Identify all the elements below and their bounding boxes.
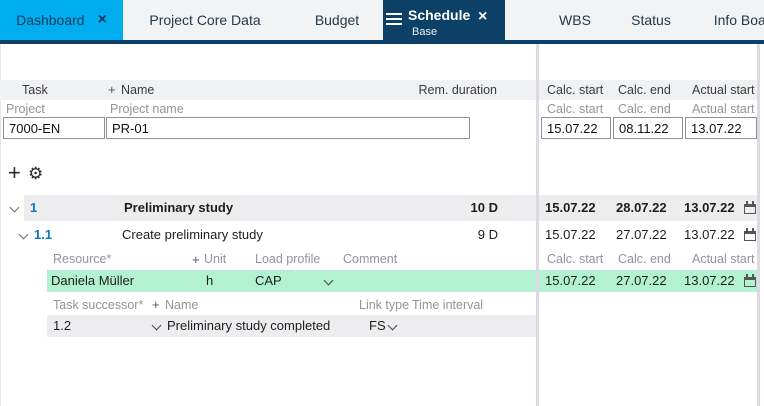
task-calc-end[interactable]: 28.07.22 (616, 195, 667, 221)
add-column-icon[interactable]: + (108, 80, 116, 100)
col-header-rem-duration: Rem. duration (418, 80, 497, 100)
resource-name[interactable]: Daniela Müller (51, 270, 134, 292)
resource-actual-start[interactable]: 13.07.22 (684, 270, 735, 292)
collapse-task-1-icon[interactable] (10, 203, 20, 213)
task-calc-start[interactable]: 15.07.22 (545, 195, 596, 221)
resource-header-row-right: Calc. start Calc. end Actual start (539, 250, 757, 269)
tab-schedule-sublabel: Base (412, 26, 437, 38)
right-pane-border (757, 44, 760, 406)
calendar-icon[interactable] (744, 231, 756, 241)
task-calc-start[interactable]: 15.07.22 (545, 223, 596, 247)
task-row-1-1[interactable]: 1.1 Create preliminary study 9 D (24, 223, 536, 247)
col-header-unit: Unit (204, 250, 226, 269)
col-header-task-successor: Task successor* (53, 296, 143, 314)
tab-project-core-data-label: Project Core Data (149, 12, 260, 28)
tab-schedule-label: Schedule (408, 7, 470, 23)
project-id-field[interactable] (3, 117, 105, 139)
tab-dashboard-label: Dashboard (16, 12, 85, 28)
col-header-successor-name: Name (165, 296, 198, 314)
chevron-down-icon[interactable] (388, 321, 398, 331)
hamburger-menu-icon[interactable] (386, 13, 402, 25)
add-resource-column-icon[interactable]: + (192, 250, 200, 269)
task-calc-end[interactable]: 27.07.22 (616, 223, 667, 247)
task-number[interactable]: 1.1 (34, 223, 52, 247)
col-header-link-type: Link type (359, 296, 409, 314)
col-header-task: Task (22, 80, 48, 100)
col-header-actual-start: Actual start (692, 80, 755, 100)
calc-start-label: Calc. start (547, 100, 603, 118)
task-row-1-dates: 15.07.22 28.07.22 13.07.22 (539, 195, 757, 221)
tab-info-board-label: Info Board (714, 12, 764, 28)
successor-header-row: Task successor* + Name Link type Time in… (0, 296, 536, 314)
chevron-down-icon[interactable] (324, 276, 334, 286)
close-icon[interactable]: × (478, 9, 487, 25)
col-header-name: Name (121, 80, 154, 100)
close-icon[interactable]: × (98, 12, 107, 28)
resource-calc-start[interactable]: 15.07.22 (545, 270, 596, 292)
col-header-calc-end: Calc. end (618, 250, 671, 269)
task-number[interactable]: 1 (30, 195, 37, 221)
tab-budget[interactable]: Budget (287, 0, 387, 40)
resource-calc-end[interactable]: 27.07.22 (616, 270, 667, 292)
col-header-time-interval: Time interval (412, 296, 483, 314)
tab-dashboard[interactable]: Dashboard × (0, 0, 123, 40)
tab-status-label: Status (631, 12, 671, 28)
col-header-load-profile: Load profile (255, 250, 320, 269)
resource-unit[interactable]: h (206, 270, 213, 292)
resource-row[interactable]: Daniela Müller h CAP (47, 270, 536, 292)
gear-icon[interactable]: ⚙ (28, 165, 43, 182)
tab-schedule[interactable]: Schedule × Base (383, 0, 505, 44)
col-header-comment: Comment (343, 250, 397, 269)
resource-row-dates: 15.07.22 27.07.22 13.07.22 (539, 270, 757, 292)
task-row-1-1-dates: 15.07.22 27.07.22 13.07.22 (539, 223, 757, 247)
task-actual-start[interactable]: 13.07.22 (684, 195, 735, 221)
successor-link-type[interactable]: FS (369, 315, 386, 337)
successor-row[interactable]: 1.2 Preliminary study completed FS (47, 315, 536, 337)
add-successor-column-icon[interactable]: + (152, 296, 160, 314)
tab-status[interactable]: Status (611, 0, 691, 40)
task-name[interactable]: Create preliminary study (122, 223, 263, 247)
project-name-label: Project name (110, 100, 184, 118)
chevron-down-icon[interactable] (152, 321, 162, 331)
project-label-row: Project Project name (0, 100, 536, 118)
tab-info-board[interactable]: Info Board (691, 0, 764, 40)
task-rem-duration[interactable]: 9 D (478, 223, 498, 247)
tab-budget-label: Budget (315, 12, 359, 28)
table-header-right: Calc. start Calc. end Actual start (539, 80, 757, 100)
col-header-resource: Resource* (53, 250, 111, 269)
resource-load-profile[interactable]: CAP (255, 270, 282, 292)
col-header-actual-start: Actual start (692, 250, 755, 269)
project-calc-end-field[interactable] (613, 117, 683, 139)
project-label: Project (6, 100, 45, 118)
project-label-row-right: Calc. start Calc. end Actual start (539, 100, 757, 118)
add-task-button[interactable]: + (8, 162, 21, 184)
tabbar-bottom-strip (0, 40, 764, 44)
calendar-icon[interactable] (744, 204, 756, 214)
actual-start-label: Actual start (692, 100, 755, 118)
table-header-left: Task + Name Rem. duration (0, 80, 536, 100)
calendar-icon[interactable] (744, 277, 756, 287)
tab-wbs-label: WBS (559, 12, 591, 28)
calc-end-label: Calc. end (618, 100, 671, 118)
successor-name[interactable]: Preliminary study completed (167, 315, 330, 337)
task-name[interactable]: Preliminary study (124, 195, 233, 221)
task-actual-start[interactable]: 13.07.22 (684, 223, 735, 247)
task-rem-duration[interactable]: 10 D (471, 195, 498, 221)
project-actual-start-field[interactable] (685, 117, 757, 139)
task-row-1[interactable]: 1 Preliminary study 10 D (24, 195, 536, 221)
tab-project-core-data[interactable]: Project Core Data (123, 0, 287, 40)
col-header-calc-start: Calc. start (547, 80, 603, 100)
col-header-calc-start: Calc. start (547, 250, 603, 269)
successor-task-number[interactable]: 1.2 (53, 315, 71, 337)
project-calc-start-field[interactable] (541, 117, 611, 139)
project-name-field[interactable] (106, 117, 470, 139)
col-header-calc-end: Calc. end (618, 80, 671, 100)
tab-bar: Dashboard × Project Core Data Budget Sch… (0, 0, 764, 44)
resource-header-row: Resource* + Unit Load profile Comment (0, 250, 536, 269)
